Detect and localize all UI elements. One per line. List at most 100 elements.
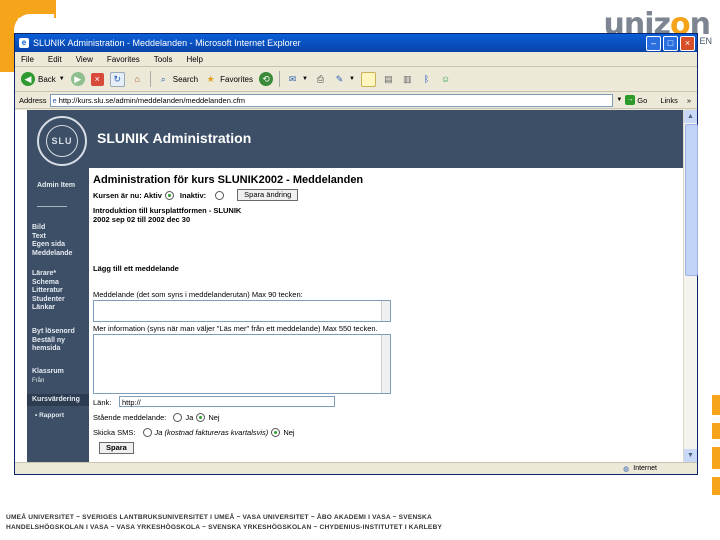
scroll-thumb[interactable] bbox=[685, 124, 698, 276]
side-nav-admin-item[interactable]: Admin Item bbox=[37, 182, 75, 191]
history-icon: ⟲ bbox=[259, 72, 274, 86]
star-icon: ★ bbox=[206, 73, 215, 84]
maximize-button[interactable]: □ bbox=[663, 35, 678, 51]
side-nav-item-meddelande[interactable]: Meddelande bbox=[32, 250, 72, 259]
sms-no-radio[interactable] bbox=[271, 428, 281, 437]
side-nav-klassrum-sub: Från bbox=[32, 378, 45, 384]
edit-icon: ✎ bbox=[335, 73, 344, 84]
home-button[interactable]: ⌂ bbox=[131, 73, 144, 86]
messenger-people-button[interactable]: ☺ bbox=[439, 73, 452, 86]
browser-toolbar: ◀ Back ▼ ▶ × ↻ ⌂ ⌕ Search ★ Favorites ⟲ bbox=[15, 67, 697, 92]
inactive-label: Inaktiv: bbox=[179, 190, 207, 200]
history-button[interactable]: ⟲ bbox=[259, 72, 274, 86]
textarea-scrollbar[interactable] bbox=[381, 301, 390, 321]
inactive-radio[interactable] bbox=[215, 190, 225, 200]
message-textarea[interactable] bbox=[93, 300, 391, 322]
add-message-heading: Lägg till ett meddelande bbox=[93, 264, 179, 273]
messenger-button[interactable]: ▤ bbox=[382, 73, 395, 86]
note-icon bbox=[360, 71, 376, 87]
browser-titlebar: e SLUNIK Administration - Meddelanden - … bbox=[15, 34, 697, 52]
site-header: SLU SLUNIK Administration bbox=[27, 110, 683, 168]
address-bar: Address e http://kurs.slu.se/admin/medde… bbox=[15, 92, 697, 109]
favorites-label: Favorites bbox=[220, 74, 254, 84]
standing-yes-radio[interactable] bbox=[173, 413, 183, 422]
menu-tools[interactable]: Tools bbox=[154, 55, 173, 64]
side-nav-item-lankar[interactable]: Länkar bbox=[32, 304, 65, 313]
chevron-down-icon: ▼ bbox=[348, 76, 355, 82]
close-button[interactable]: × bbox=[680, 35, 695, 51]
browser-window: e SLUNIK Administration - Meddelanden - … bbox=[14, 33, 698, 475]
back-button[interactable]: ◀ Back ▼ bbox=[21, 72, 65, 86]
stop-button[interactable]: × bbox=[90, 72, 104, 86]
refresh-button[interactable]: ↻ bbox=[109, 71, 125, 87]
book-icon: ▥ bbox=[403, 73, 412, 84]
sms-no-label: Nej bbox=[283, 428, 295, 437]
site-title: SLUNIK Administration bbox=[97, 130, 252, 146]
address-input[interactable]: e http://kurs.slu.se/admin/meddelanden/m… bbox=[49, 93, 614, 107]
standing-no-radio[interactable] bbox=[196, 413, 206, 422]
menu-edit[interactable]: Edit bbox=[48, 55, 62, 64]
side-nav-item-klassrum[interactable]: Klassrum bbox=[32, 368, 64, 377]
edit-button[interactable]: ✎ ▼ bbox=[333, 73, 355, 86]
research-button[interactable]: ▥ bbox=[401, 73, 414, 86]
side-nav-group-content: Bild Text Egen sida Meddelande bbox=[32, 224, 72, 258]
page-viewport: SLU SLUNIK Administration Admin Item Bil… bbox=[15, 110, 684, 462]
menu-favorites[interactable]: Favorites bbox=[107, 55, 140, 64]
scroll-down-icon[interactable]: ▼ bbox=[684, 449, 697, 462]
side-nav-item-egen-sida[interactable]: Egen sida bbox=[32, 241, 72, 250]
address-label: Address bbox=[19, 95, 47, 105]
search-button[interactable]: ⌕ Search bbox=[157, 73, 198, 86]
sms-label: Skicka SMS: bbox=[93, 428, 136, 437]
side-nav-item-schema[interactable]: Schema bbox=[32, 279, 65, 288]
active-radio[interactable] bbox=[164, 190, 174, 200]
bluetooth-icon: ᛒ bbox=[423, 73, 430, 84]
people-icon: ☺ bbox=[440, 73, 451, 84]
save-change-button[interactable]: Spara ändring bbox=[237, 189, 299, 201]
window-title: SLUNIK Administration - Meddelanden - Mi… bbox=[33, 38, 301, 48]
side-nav-item-bild[interactable]: Bild bbox=[32, 224, 72, 233]
menu-help[interactable]: Help bbox=[186, 55, 202, 64]
favorites-button[interactable]: ★ Favorites bbox=[204, 73, 253, 86]
menu-file[interactable]: File bbox=[21, 55, 34, 64]
go-button[interactable]: → Go bbox=[625, 95, 647, 105]
en-language-link[interactable]: EN bbox=[699, 36, 712, 46]
mail-button[interactable]: ✉ ▼ bbox=[286, 73, 308, 86]
footer-line-2: HANDELSHÖGSKOLAN I VASA ~ VASA YRKESHÖGS… bbox=[6, 524, 443, 531]
side-nav-item-rapport[interactable]: • Rapport bbox=[35, 412, 64, 421]
side-nav-item-bestall-ny[interactable]: Beställ ny bbox=[32, 337, 75, 346]
discuss-button[interactable] bbox=[360, 71, 376, 87]
link-input[interactable]: http:// bbox=[119, 396, 335, 407]
minimize-button[interactable]: – bbox=[646, 35, 661, 51]
mail-icon: ✉ bbox=[288, 73, 297, 84]
side-nav-item-text[interactable]: Text bbox=[32, 233, 72, 242]
bluetooth-button[interactable]: ᛒ bbox=[420, 73, 433, 86]
side-nav-item-litteratur[interactable]: Litteratur bbox=[32, 287, 65, 296]
scroll-up-icon[interactable]: ▲ bbox=[684, 110, 697, 123]
print-button[interactable]: ⎙ bbox=[314, 73, 327, 86]
menu-view[interactable]: View bbox=[76, 55, 93, 64]
stop-icon: × bbox=[90, 72, 104, 86]
page-scrollbar[interactable]: ▲ ▼ bbox=[683, 110, 698, 462]
side-nav-item-larare[interactable]: Lärare* bbox=[32, 270, 65, 279]
globe-icon: ◍ bbox=[623, 465, 630, 473]
side-nav-item-hemsida[interactable]: hemsida bbox=[32, 345, 75, 354]
refresh-icon: ↻ bbox=[109, 71, 125, 87]
back-arrow-icon: ◀ bbox=[21, 72, 35, 86]
side-nav-item-byt-losenord[interactable]: Byt lösenord bbox=[32, 328, 75, 337]
main-content: Administration för kurs SLUNIK2002 - Med… bbox=[93, 168, 673, 462]
sms-yes-radio[interactable] bbox=[142, 428, 152, 437]
side-nav-item-studenter[interactable]: Studenter bbox=[32, 296, 65, 305]
chevron-right-icon[interactable]: » bbox=[687, 96, 691, 105]
ie-icon: e bbox=[19, 38, 29, 48]
forward-arrow-icon: ▶ bbox=[70, 72, 85, 86]
course-dates: 2002 sep 02 till 2002 dec 30 bbox=[93, 215, 191, 224]
more-info-textarea[interactable] bbox=[93, 334, 391, 394]
side-nav-item-kursvardering[interactable]: Kursvärdering bbox=[32, 396, 80, 405]
forward-button[interactable]: ▶ bbox=[70, 72, 85, 86]
submit-button[interactable]: Spara bbox=[99, 442, 134, 454]
links-label[interactable]: Links bbox=[660, 96, 678, 105]
textarea-scrollbar[interactable] bbox=[381, 335, 390, 393]
standing-yes-label: Ja bbox=[185, 413, 194, 422]
standing-message-label: Stående meddelande: bbox=[93, 413, 167, 422]
address-dropdown-icon[interactable]: ▼ bbox=[616, 97, 622, 103]
